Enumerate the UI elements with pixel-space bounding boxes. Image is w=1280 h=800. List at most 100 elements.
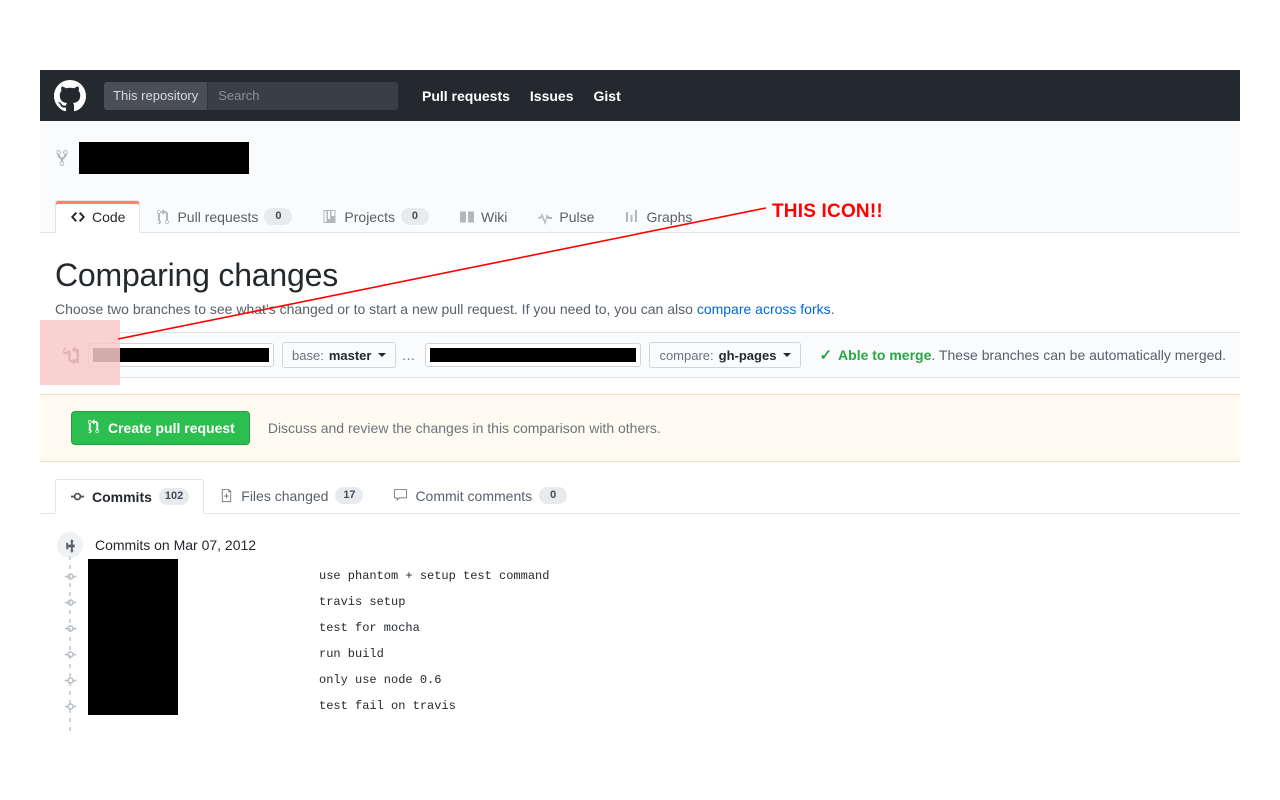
search-input[interactable]: Search [208, 82, 398, 110]
book-icon [459, 209, 475, 225]
commit-row[interactable]: only use node 0.6 [40, 663, 1240, 693]
tab-commits-label: Commits [92, 488, 152, 505]
commit-author-redacted [88, 611, 178, 637]
commit-group-icon [57, 532, 83, 558]
commit-dot-icon [63, 621, 77, 635]
git-commit-icon [70, 489, 85, 504]
commit-row[interactable]: travis setup [40, 585, 1240, 615]
code-icon [70, 209, 86, 225]
create-pull-request-button[interactable]: Create pull request [71, 411, 250, 445]
commit-dot-icon [63, 673, 77, 687]
commit-author-redacted [88, 689, 178, 715]
compare-subtitle-period: . [830, 301, 835, 317]
commit-group-header: Commits on Mar 07, 2012 [57, 532, 256, 558]
repo-tab-pull-requests[interactable]: Pull requests 0 [140, 200, 307, 233]
commit-message[interactable]: test for mocha [319, 621, 420, 635]
tab-commit-comments-count: 0 [539, 487, 568, 504]
tab-files-changed-count: 17 [335, 487, 364, 504]
base-branch-prefix: base: [292, 347, 324, 363]
base-branch-select[interactable]: base: master [282, 342, 397, 368]
compare-across-forks-link[interactable]: compare across forks [697, 301, 831, 317]
global-search[interactable]: This repository Search [104, 81, 398, 110]
repo-tab-wiki-label: Wiki [480, 208, 508, 225]
commit-message[interactable]: use phantom + setup test command [319, 569, 549, 583]
git-pull-request-icon [155, 208, 171, 225]
chevron-down-icon [783, 353, 792, 357]
git-pull-request-icon [86, 419, 101, 437]
repo-forked-icon [55, 149, 71, 167]
comment-icon [393, 488, 408, 503]
commit-dot-icon [63, 569, 77, 583]
repo-tab-graphs-label: Graphs [646, 208, 693, 225]
github-compare-page: This repository Search Pull requests Iss… [0, 0, 1280, 800]
repository-name-redacted [79, 142, 249, 174]
switch-branches-icon[interactable] [52, 345, 88, 365]
commit-dot-icon [63, 647, 77, 661]
compare-subtitle-text: Choose two branches to see what’s change… [55, 301, 697, 317]
compare-sub-tab-nav: Commits 102 Files changed 17 Commit comm… [40, 478, 1240, 514]
commit-message[interactable]: run build [319, 647, 384, 661]
head-repo-field[interactable] [425, 343, 642, 367]
commit-group-title: Commits on Mar 07, 2012 [95, 537, 257, 553]
github-mark-icon[interactable] [54, 79, 86, 112]
nav-issues[interactable]: Issues [530, 88, 574, 104]
commit-row[interactable]: test fail on travis [40, 689, 1240, 719]
branch-compare-bar: base: master … compare: gh-pages ✓ Able … [40, 332, 1240, 378]
head-branch-value: gh-pages [718, 347, 777, 363]
diff-file-icon [219, 488, 234, 503]
repo-tab-wiki[interactable]: Wiki [444, 200, 522, 233]
create-pull-request-button-label: Create pull request [108, 420, 235, 436]
repo-tab-pull-requests-label: Pull requests [177, 208, 259, 225]
commit-author-redacted [88, 559, 178, 585]
base-branch-value: master [328, 347, 372, 363]
base-repo-field[interactable] [88, 343, 274, 367]
repository-title [55, 142, 249, 174]
commit-row[interactable]: run build [40, 637, 1240, 667]
commit-dot-icon [63, 595, 77, 609]
repository-header: Code Pull requests 0 Projects 0 Wiki Pul… [40, 121, 1240, 233]
tab-commits-count: 102 [158, 488, 190, 505]
compare-heading-block: Comparing changes Choose two branches to… [55, 255, 1225, 319]
commit-row[interactable]: test for mocha [40, 611, 1240, 641]
create-pull-request-panel: Create pull request Discuss and review t… [40, 394, 1240, 462]
head-branch-prefix: compare: [659, 347, 714, 363]
merge-status-strong: Able to merge [838, 347, 932, 363]
compare-subtitle: Choose two branches to see what’s change… [55, 299, 1225, 319]
repo-tab-projects[interactable]: Projects 0 [307, 200, 444, 233]
check-icon: ✓ [819, 347, 833, 364]
repo-tab-projects-label: Projects [344, 208, 395, 225]
repo-tab-graphs[interactable]: Graphs [609, 200, 707, 233]
tab-files-changed[interactable]: Files changed 17 [204, 478, 378, 513]
head-repo-name-redacted [430, 348, 637, 362]
repo-tab-code[interactable]: Code [55, 200, 141, 233]
head-branch-select[interactable]: compare: gh-pages [649, 342, 802, 368]
repo-tab-pulse-label: Pulse [559, 208, 595, 225]
tab-commit-comments[interactable]: Commit comments 0 [378, 478, 582, 513]
chevron-down-icon [378, 353, 387, 357]
merge-status: ✓ Able to merge . These branches can be … [819, 346, 1226, 364]
commit-author-redacted [88, 585, 178, 611]
tab-commit-comments-label: Commit comments [415, 487, 533, 504]
commit-author-redacted [88, 663, 178, 689]
global-nav: Pull requests Issues Gist [422, 88, 621, 104]
global-header: This repository Search Pull requests Iss… [40, 70, 1240, 121]
repo-tab-pulse[interactable]: Pulse [522, 200, 609, 233]
compare-separator: … [401, 347, 417, 363]
annotation-label: THIS ICON!! [772, 201, 883, 222]
create-pull-request-hint: Discuss and review the changes in this c… [267, 420, 661, 436]
commit-message[interactable]: test fail on travis [319, 699, 456, 713]
commit-message[interactable]: only use node 0.6 [319, 673, 441, 687]
tab-files-changed-label: Files changed [241, 487, 329, 504]
page-title: Comparing changes [55, 257, 338, 293]
commit-list: use phantom + setup test command travis … [40, 559, 1240, 719]
bar-chart-icon [624, 209, 640, 225]
base-repo-name-redacted [93, 348, 269, 362]
project-board-icon [322, 209, 338, 225]
tab-commits[interactable]: Commits 102 [55, 479, 205, 514]
repo-tab-code-label: Code [92, 208, 126, 225]
nav-pull-requests[interactable]: Pull requests [422, 88, 510, 104]
commit-row[interactable]: use phantom + setup test command [40, 559, 1240, 589]
nav-gist[interactable]: Gist [594, 88, 621, 104]
commit-message[interactable]: travis setup [319, 595, 405, 609]
search-scope-label[interactable]: This repository [104, 81, 209, 110]
